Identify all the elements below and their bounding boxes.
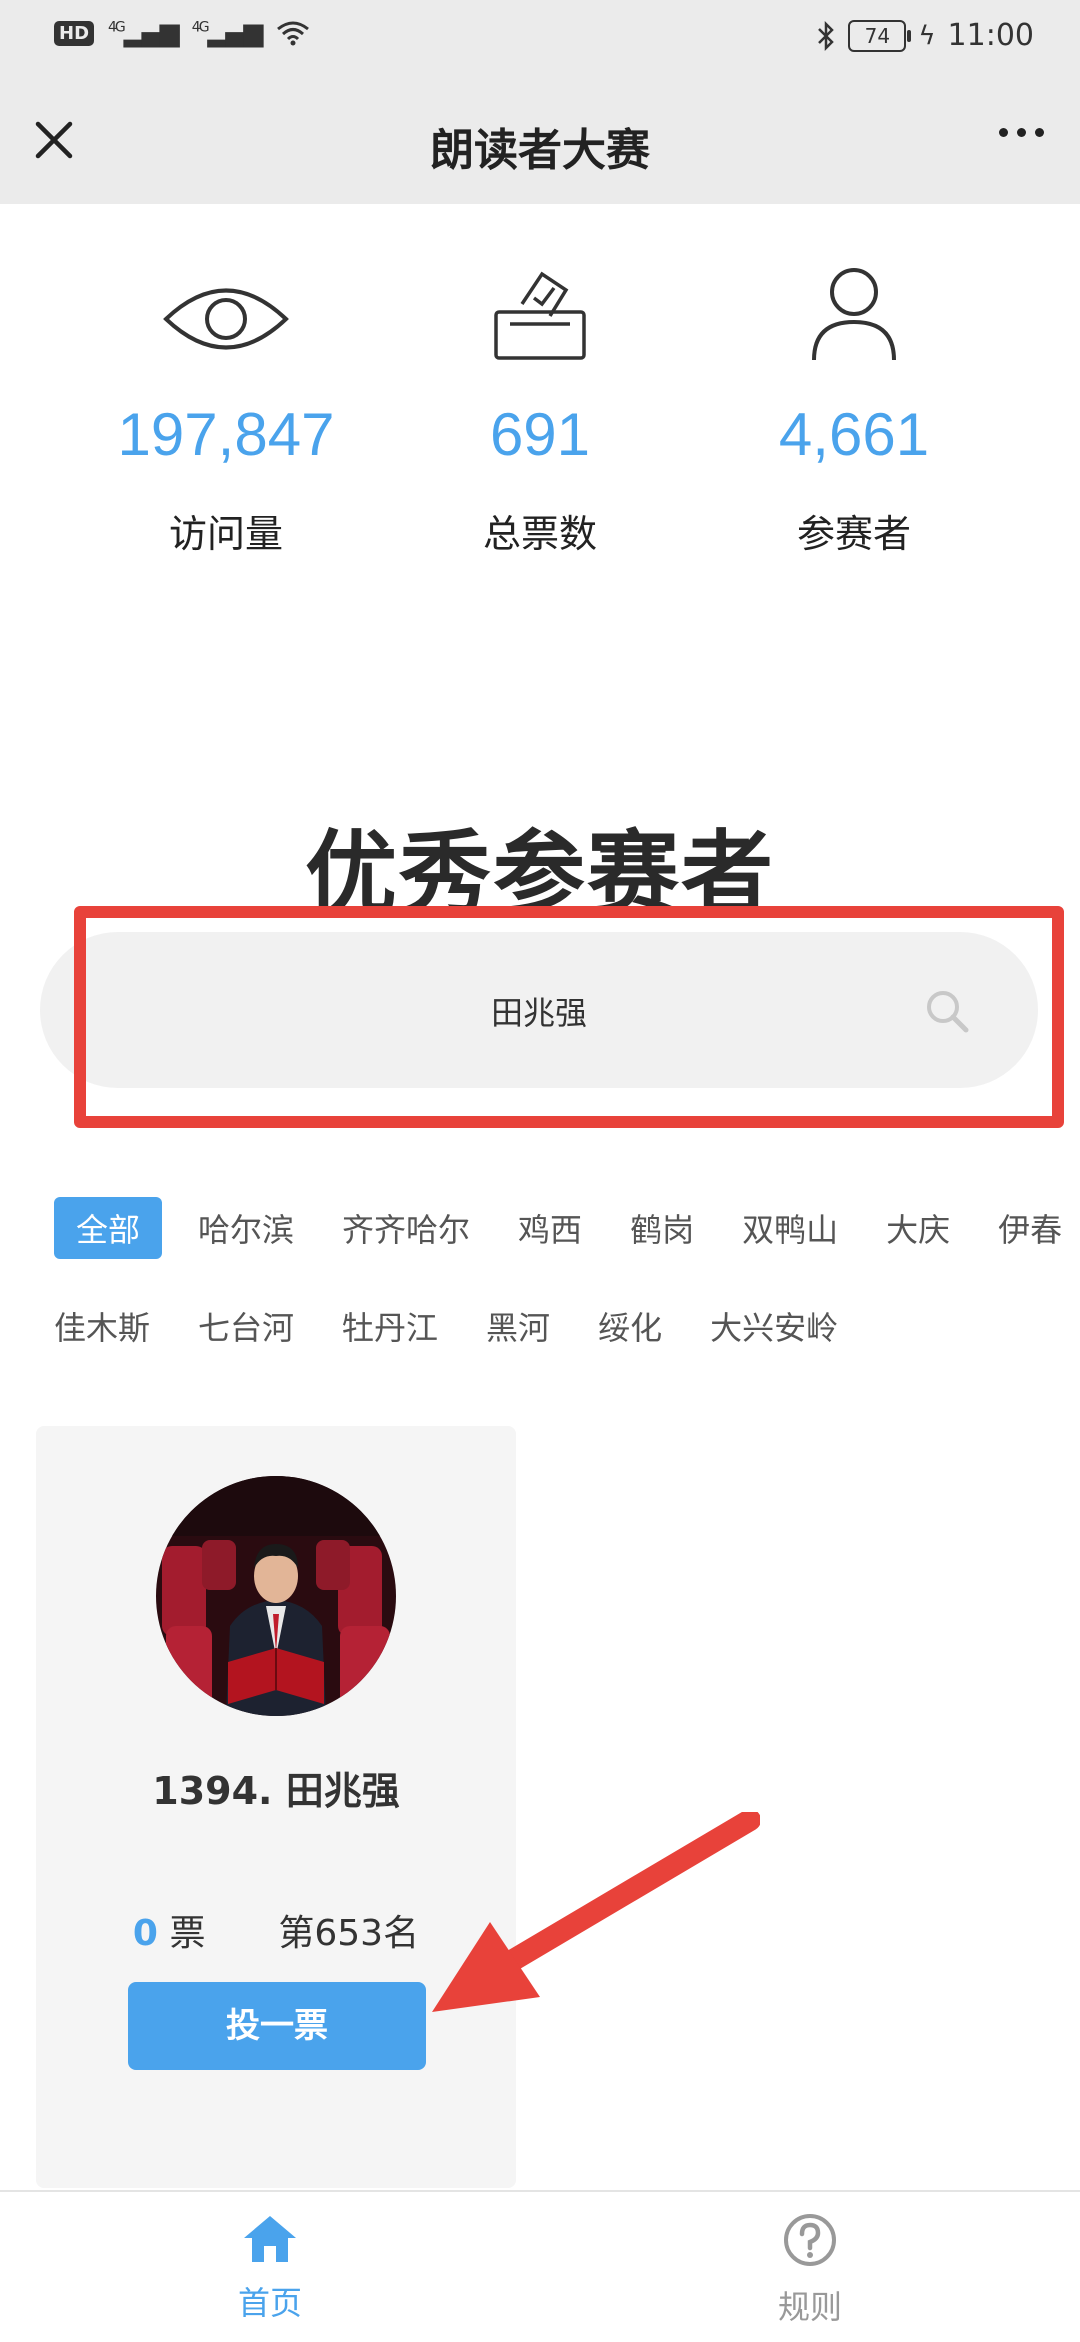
tag-hegang[interactable]: 鹤岗	[608, 1197, 716, 1259]
vote-info: 0 票 第653名	[36, 1904, 516, 1956]
contestant-name: 1394. 田兆强	[152, 1769, 400, 1813]
help-icon	[784, 2214, 836, 2266]
clock: 11:00	[947, 18, 1034, 53]
tag-row-2: 佳木斯 七台河 牡丹江 黑河 绥化 大兴安岭	[54, 1294, 1054, 1358]
stat-visits: 197,847 访问量	[76, 204, 376, 558]
page-title: 朗读者大赛	[430, 125, 650, 176]
more-icon[interactable]	[999, 128, 1044, 137]
tag-harbin[interactable]: 哈尔滨	[176, 1197, 316, 1259]
search-value[interactable]: 田兆强	[40, 988, 1038, 1034]
contestant-card[interactable]: 1394. 田兆强 0 票 第653名 投一票	[36, 1426, 516, 2188]
section-title: 优秀参赛者	[304, 821, 775, 928]
signal-icon: 4G▂▄▆	[108, 18, 180, 48]
signal-icon-2: 4G▂▄▆	[191, 18, 264, 48]
battery-icon: 74	[848, 19, 912, 52]
stat-total-votes: 691 总票数	[390, 204, 690, 558]
region-filter: 全部 哈尔滨 齐齐哈尔 鸡西 鹤岗 双鸭山 大庆 伊春 佳木斯 七台河 牡丹江 …	[54, 1196, 1062, 1392]
stats-section: 197,847 访问量 691 总票数 4,661 参赛者	[0, 204, 1080, 644]
bottom-tab-bar: 首页 规则	[0, 2190, 1080, 2342]
home-icon	[244, 2216, 296, 2262]
stat-label: 总票数	[482, 512, 597, 556]
tag-mudanjiang[interactable]: 牡丹江	[320, 1295, 460, 1357]
person-icon	[812, 268, 896, 361]
status-left: HD 4G▂▄▆ 4G▂▄▆	[54, 18, 310, 48]
stat-value: 197,847	[117, 401, 335, 468]
vote-unit: 票	[169, 1913, 206, 1954]
status-bar: HD 4G▂▄▆ 4G▂▄▆ 74 ϟ 11:00	[0, 0, 1080, 76]
hd-badge: HD	[54, 20, 95, 46]
tag-qitaihe[interactable]: 七台河	[176, 1295, 316, 1357]
tab-rules[interactable]: 规则	[710, 2212, 910, 2328]
tag-jiamusi[interactable]: 佳木斯	[54, 1295, 172, 1357]
stat-value: 4,661	[778, 401, 930, 468]
tag-jixi[interactable]: 鸡西	[496, 1197, 604, 1259]
search-input[interactable]: 田兆强	[40, 932, 1038, 1088]
tag-shuangyashan[interactable]: 双鸭山	[720, 1197, 860, 1259]
rank: 第653名	[278, 1913, 420, 1954]
stat-label: 访问量	[168, 512, 283, 556]
charging-icon: ϟ	[918, 20, 936, 51]
stat-participants: 4,661 参赛者	[704, 204, 1004, 558]
tab-home[interactable]: 首页	[170, 2212, 370, 2324]
stat-label: 参赛者	[796, 512, 911, 556]
tag-daxinganling[interactable]: 大兴安岭	[688, 1295, 860, 1357]
wifi-icon	[276, 21, 309, 46]
tag-qiqihar[interactable]: 齐齐哈尔	[320, 1197, 492, 1259]
avatar[interactable]	[156, 1476, 396, 1716]
tag-heihe[interactable]: 黑河	[464, 1295, 572, 1357]
tag-suihua[interactable]: 绥化	[576, 1295, 684, 1357]
bluetooth-icon	[818, 20, 835, 51]
tab-rules-label: 规则	[777, 2288, 842, 2326]
eye-icon	[163, 288, 289, 350]
ballot-box-icon	[494, 271, 586, 360]
tag-yichun[interactable]: 伊春	[976, 1197, 1080, 1259]
vote-count: 0	[132, 1913, 158, 1954]
tag-daqing[interactable]: 大庆	[864, 1197, 972, 1259]
status-right: 74 ϟ 11:00	[816, 18, 1034, 53]
stat-value: 691	[489, 401, 591, 468]
tab-home-label: 首页	[237, 2284, 302, 2322]
contestant-photo	[156, 1476, 396, 1716]
nav-bar: 朗读者大赛	[0, 76, 1080, 204]
tag-all[interactable]: 全部	[54, 1197, 163, 1259]
search-icon[interactable]	[924, 988, 970, 1034]
vote-button[interactable]: 投一票	[128, 1982, 426, 2070]
tag-row-1: 全部 哈尔滨 齐齐哈尔 鸡西 鹤岗 双鸭山 大庆 伊春	[54, 1196, 1062, 1260]
